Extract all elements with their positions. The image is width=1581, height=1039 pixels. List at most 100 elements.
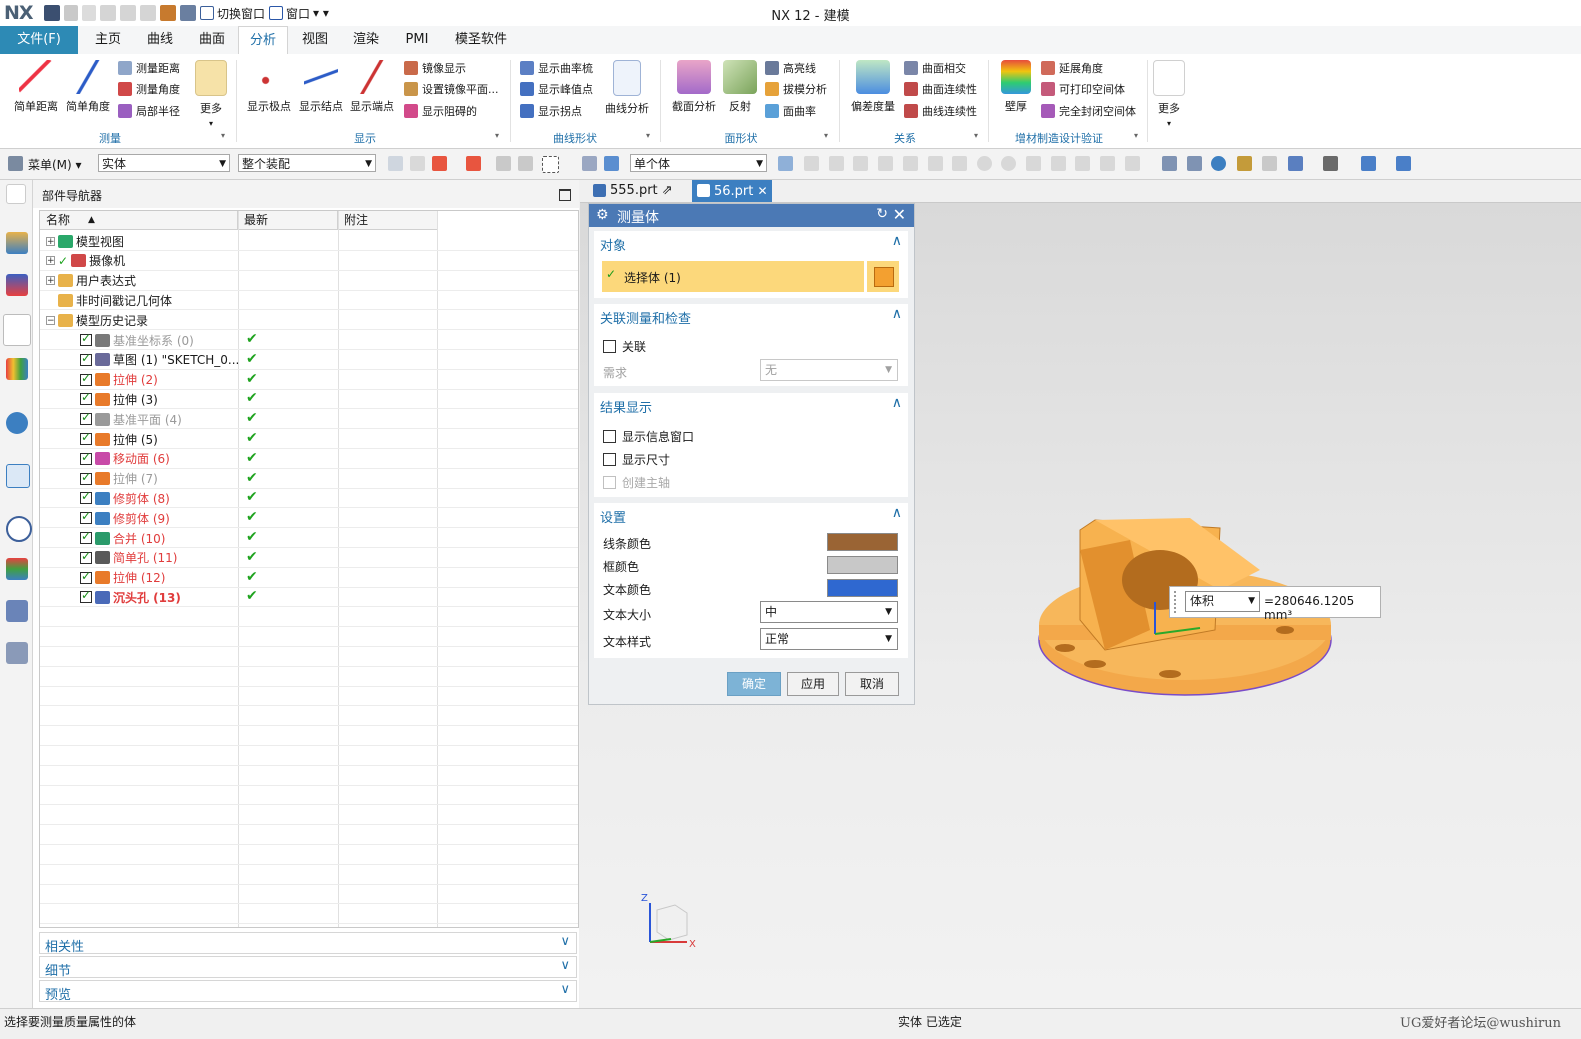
text-style-select[interactable]: 正常 ▼ xyxy=(760,628,898,650)
tab-view[interactable]: 视图 xyxy=(291,26,339,54)
group-expand-icon[interactable]: ▾ xyxy=(495,131,499,140)
show-info-window-checkbox[interactable]: 显示信息窗口 xyxy=(603,428,694,445)
show-hide-icon[interactable] xyxy=(1361,156,1376,171)
pan-icon[interactable] xyxy=(1237,156,1252,171)
tree-row[interactable]: 拉伸 (12) ✔ xyxy=(40,568,578,588)
tree-row[interactable]: + 模型视图 xyxy=(40,231,578,251)
tree-row[interactable]: 草图 (1) "SKETCH_0... ✔ xyxy=(40,350,578,370)
tree-row[interactable]: 非时间戳记几何体 xyxy=(40,290,578,311)
set-mirror-plane-button[interactable]: 设置镜像平面... xyxy=(404,80,499,98)
scope-select[interactable]: 整个装配 ▼ xyxy=(238,154,376,172)
section-dependencies[interactable]: 相关性 ∨ xyxy=(39,932,577,955)
snap-point-icon[interactable] xyxy=(952,156,967,171)
file-tab-56[interactable]: 56.prt ✕ xyxy=(692,180,772,202)
face-curvature-button[interactable]: 面曲率 xyxy=(765,102,816,120)
body-icon[interactable] xyxy=(582,156,597,171)
overhang-angle-button[interactable]: 延展角度 xyxy=(1041,59,1103,77)
ribbon-more-button[interactable]: 更多 ▾ xyxy=(1151,60,1187,129)
tree-row[interactable]: 基准平面 (4) ✔ xyxy=(40,409,578,430)
group-expand-icon[interactable]: ▾ xyxy=(974,131,978,140)
rotate-icon[interactable] xyxy=(1211,156,1226,171)
roles-icon[interactable] xyxy=(6,642,28,664)
feature-visibility-checkbox[interactable] xyxy=(80,331,92,346)
snap-point-icon[interactable] xyxy=(928,156,943,171)
wall-thickness-button[interactable]: 壁厚 xyxy=(994,60,1038,114)
face-continuity-button[interactable]: 曲面连续性 xyxy=(904,80,977,98)
history-clock-icon[interactable] xyxy=(6,516,32,542)
feature-visibility-checkbox[interactable] xyxy=(80,430,92,445)
measure-distance-button[interactable]: 测量距离 xyxy=(118,59,180,77)
show-dimensions-checkbox[interactable]: 显示尺寸 xyxy=(603,451,670,468)
hd3d-tools-icon[interactable] xyxy=(6,412,28,434)
gear-icon[interactable] xyxy=(6,184,26,204)
reset-icon[interactable]: ↻ xyxy=(876,206,888,222)
column-header-latest[interactable]: 最新 xyxy=(238,211,338,230)
render-style-icon[interactable] xyxy=(1323,156,1338,171)
close-icon[interactable]: ✕ xyxy=(893,205,906,224)
close-icon[interactable]: ✕ xyxy=(758,184,768,198)
column-header-name[interactable]: 名称 ▲ xyxy=(40,211,238,230)
filter-icon[interactable] xyxy=(388,156,403,171)
snap-point-icon[interactable] xyxy=(1100,156,1115,171)
show-poles-button[interactable]: 显示极点 xyxy=(243,60,295,114)
group-expand-icon[interactable]: ▾ xyxy=(221,131,225,140)
collapse-icon[interactable]: ∧ xyxy=(892,233,902,249)
group-expand-icon[interactable]: ▾ xyxy=(646,131,650,140)
snap-icon[interactable] xyxy=(432,156,447,171)
collapse-icon[interactable]: − xyxy=(46,315,55,325)
simple-distance-button[interactable]: 简单距离 xyxy=(8,60,64,114)
feature-visibility-checkbox[interactable] xyxy=(80,470,92,485)
file-tab-555[interactable]: 555.prt ⇗ xyxy=(588,180,688,202)
snap-point-icon[interactable] xyxy=(778,156,793,171)
expand-icon[interactable]: + xyxy=(46,276,55,286)
snap-point-icon[interactable] xyxy=(1001,156,1016,171)
show-endpoints-button[interactable]: 显示端点 xyxy=(346,60,398,114)
view-orient-icon[interactable] xyxy=(1288,156,1303,171)
apply-button[interactable]: 应用 xyxy=(787,672,839,696)
group-expand-icon[interactable]: ▾ xyxy=(824,131,828,140)
gear-icon[interactable]: ⚙ xyxy=(596,207,609,223)
expand-icon[interactable]: + xyxy=(46,236,55,246)
snap-point-icon[interactable] xyxy=(853,156,868,171)
clip-section-icon[interactable] xyxy=(1396,156,1411,171)
deviation-gauge-button[interactable]: 偏差度量 xyxy=(846,60,900,114)
feature-visibility-checkbox[interactable] xyxy=(80,489,92,505)
fit-view-icon[interactable] xyxy=(1162,156,1177,171)
highlight-lines-button[interactable]: 高亮线 xyxy=(765,59,816,77)
feature-visibility-checkbox[interactable] xyxy=(80,390,92,406)
tree-row[interactable]: 移动面 (6) ✔ xyxy=(40,449,578,469)
face-intersection-button[interactable]: 曲面相交 xyxy=(904,59,966,77)
web-browser-icon[interactable] xyxy=(6,464,30,488)
filter-icon[interactable] xyxy=(518,156,533,171)
body-rule-select[interactable]: 单个体 ▼ xyxy=(630,154,767,172)
show-blocked-button[interactable]: 显示阻碍的 xyxy=(404,102,477,120)
cancel-button[interactable]: 取消 xyxy=(845,672,899,696)
filter-icon[interactable] xyxy=(496,156,511,171)
tree-row[interactable]: 基准坐标系 (0) ✔ xyxy=(40,330,578,350)
collapse-icon[interactable]: ∧ xyxy=(892,505,902,521)
printable-volume-button[interactable]: 可打印空间体 xyxy=(1041,80,1125,98)
type-filter-select[interactable]: 实体 ▼ xyxy=(98,154,230,172)
tree-row[interactable]: + 用户表达式 xyxy=(40,271,578,291)
collapse-icon[interactable]: ∧ xyxy=(892,395,902,411)
perspective-icon[interactable] xyxy=(1262,156,1277,171)
line-color-swatch[interactable] xyxy=(827,533,898,551)
assembly-navigator-icon[interactable] xyxy=(6,232,28,254)
section-analysis-button[interactable]: 截面分析 xyxy=(668,60,720,114)
maximize-icon[interactable] xyxy=(559,189,571,201)
associative-checkbox[interactable]: 关联 xyxy=(603,338,646,355)
show-peak-points-button[interactable]: 显示峰值点 xyxy=(520,80,593,98)
constraint-navigator-icon[interactable] xyxy=(6,274,28,296)
tab-pmi[interactable]: PMI xyxy=(393,26,441,54)
tree-row[interactable]: 拉伸 (3) ✔ xyxy=(40,389,578,410)
tab-render[interactable]: 渲染 xyxy=(342,26,390,54)
tree-row[interactable]: 合并 (10) ✔ xyxy=(40,528,578,548)
measure-angle-button[interactable]: 测量角度 xyxy=(118,80,180,98)
part-navigator-icon[interactable] xyxy=(3,314,31,346)
tree-row[interactable]: 修剪体 (9) ✔ xyxy=(40,508,578,529)
drag-handle-icon[interactable] xyxy=(1174,591,1180,613)
tree-row[interactable]: 沉头孔 (13) ✔ xyxy=(40,587,578,608)
snap-point-icon[interactable] xyxy=(878,156,893,171)
system-materials-icon[interactable] xyxy=(6,558,28,580)
section-preview[interactable]: 预览 ∨ xyxy=(39,980,577,1003)
